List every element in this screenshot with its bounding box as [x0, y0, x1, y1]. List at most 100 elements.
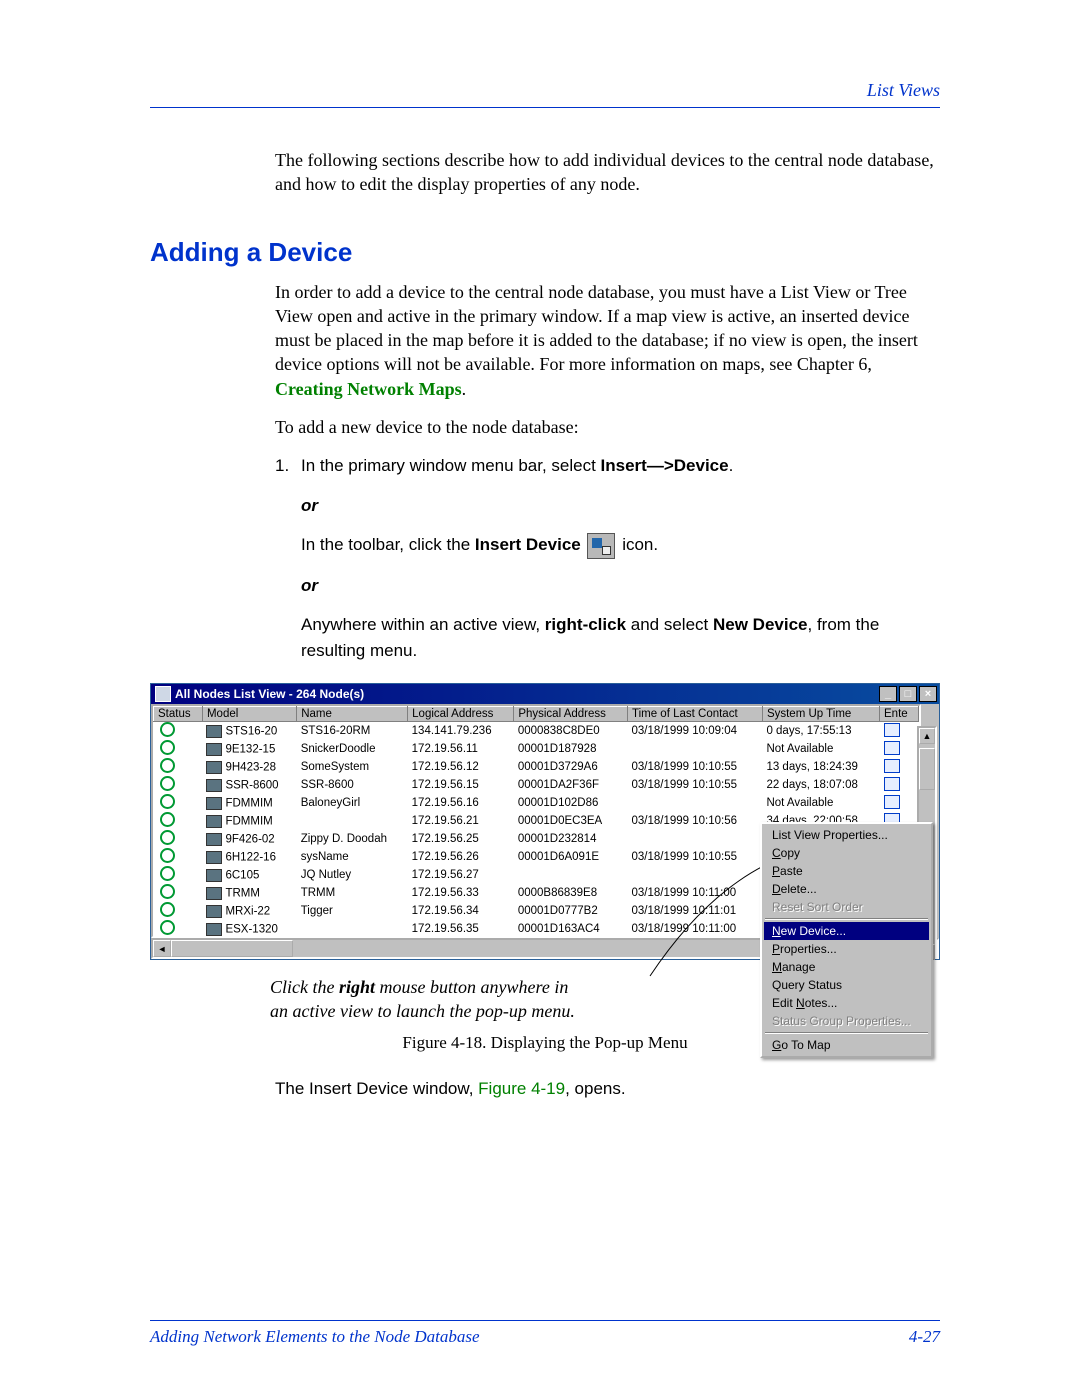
app-icon	[155, 686, 171, 702]
device-icon	[206, 905, 222, 918]
step1-line3d: New Device	[713, 615, 808, 634]
device-icon	[206, 815, 222, 828]
status-icon	[160, 848, 175, 863]
step1-line3c: and select	[626, 615, 713, 634]
link-creating-network-maps[interactable]: Creating Network Maps	[275, 379, 462, 399]
status-icon	[160, 920, 175, 935]
window-title: All Nodes List View - 264 Node(s)	[175, 687, 877, 701]
footer-page-number: 4-27	[909, 1327, 940, 1347]
status-icon	[160, 758, 175, 773]
link-figure-4-19[interactable]: Figure 4-19	[478, 1079, 565, 1098]
menu-item: Reset Sort Order	[764, 898, 929, 916]
status-icon	[160, 830, 175, 845]
step1-line2a: In the toolbar, click the	[301, 535, 475, 554]
device-icon	[206, 743, 222, 756]
menu-item[interactable]: Go To Map	[764, 1036, 929, 1054]
device-icon	[206, 851, 222, 864]
header-chapter: List Views	[150, 80, 940, 101]
device-icon	[206, 725, 222, 738]
column-header[interactable]: System Up Time	[762, 707, 879, 722]
status-icon	[160, 740, 175, 755]
step1-line3a: Anywhere within an active view,	[301, 615, 545, 634]
column-header[interactable]: Model	[202, 707, 296, 722]
status-icon	[160, 776, 175, 791]
step1-line1c: .	[729, 456, 734, 475]
after-b: , opens.	[565, 1079, 626, 1098]
column-header[interactable]: Ente	[880, 707, 919, 722]
titlebar[interactable]: All Nodes List View - 264 Node(s) _ □ ×	[151, 684, 939, 704]
after-figure-text: The Insert Device window, Figure 4-19, o…	[275, 1079, 940, 1099]
step1-line1a: In the primary window menu bar, select	[301, 456, 601, 475]
enterprise-icon	[884, 723, 900, 737]
table-row[interactable]: 9E132-15SnickerDoodle172.19.56.1100001D1…	[154, 740, 919, 758]
step1-line2b: Insert Device	[475, 535, 581, 554]
status-icon	[160, 812, 175, 827]
scroll-left-icon[interactable]: ◄	[153, 940, 171, 957]
enterprise-icon	[884, 777, 900, 791]
device-icon	[206, 761, 222, 774]
table-row[interactable]: SSR-8600SSR-8600172.19.56.1500001DA2F36F…	[154, 776, 919, 794]
para-2: To add a new device to the node database…	[275, 415, 940, 439]
column-header[interactable]: Time of Last Contact	[627, 707, 762, 722]
callout-c: mouse button anywhere in	[375, 977, 568, 997]
step1-line3b: right-click	[545, 615, 626, 634]
callout-d: an active view to launch the pop-up menu…	[270, 1001, 575, 1021]
status-icon	[160, 884, 175, 899]
device-icon	[206, 887, 222, 900]
hscroll-thumb[interactable]	[171, 940, 293, 957]
or-label-2: or	[301, 573, 940, 599]
window-frame: All Nodes List View - 264 Node(s) _ □ × …	[150, 683, 940, 960]
column-header[interactable]: Physical Address	[514, 707, 628, 722]
or-label-1: or	[301, 493, 940, 519]
menu-item[interactable]: Paste	[764, 862, 929, 880]
menu-item[interactable]: Properties...	[764, 940, 929, 958]
close-button[interactable]: ×	[919, 686, 937, 702]
step1-line2c: icon.	[617, 535, 658, 554]
table-row[interactable]: STS16-20STS16-20RM134.141.79.2360000838C…	[154, 722, 919, 741]
context-menu[interactable]: List View Properties...CopyPasteDelete..…	[760, 822, 933, 1058]
device-icon	[206, 797, 222, 810]
status-icon	[160, 902, 175, 917]
step1-line1b: Insert—>Device	[601, 456, 729, 475]
insert-device-icon	[587, 533, 615, 559]
table-row[interactable]: FDMMIMBaloneyGirl172.19.56.1600001D102D8…	[154, 794, 919, 812]
menu-separator	[765, 1032, 928, 1034]
menu-item[interactable]: Query Status	[764, 976, 929, 994]
column-header[interactable]: Name	[297, 707, 408, 722]
enterprise-icon	[884, 759, 900, 773]
callout-b: right	[339, 977, 375, 997]
device-icon	[206, 869, 222, 882]
callout-a: Click the	[270, 977, 339, 997]
figure-4-18: All Nodes List View - 264 Node(s) _ □ × …	[150, 683, 940, 1099]
status-icon	[160, 722, 175, 737]
device-icon	[206, 833, 222, 846]
scroll-up-icon[interactable]: ▲	[919, 728, 935, 744]
minimize-button[interactable]: _	[879, 686, 897, 702]
device-icon	[206, 923, 222, 936]
para-1b: .	[462, 379, 467, 399]
menu-item[interactable]: Delete...	[764, 880, 929, 898]
para-1: In order to add a device to the central …	[275, 280, 940, 401]
menu-separator	[765, 918, 928, 920]
footer-left: Adding Network Elements to the Node Data…	[150, 1327, 480, 1347]
status-icon	[160, 866, 175, 881]
column-header[interactable]: Logical Address	[408, 707, 514, 722]
column-header[interactable]: Status	[154, 707, 203, 722]
menu-item: Status Group Properties...	[764, 1012, 929, 1030]
step-number: 1.	[275, 453, 301, 479]
enterprise-icon	[884, 741, 900, 755]
after-a: The Insert Device window,	[275, 1079, 478, 1098]
menu-item[interactable]: New Device...	[764, 922, 929, 940]
maximize-button[interactable]: □	[899, 686, 917, 702]
menu-item[interactable]: Copy	[764, 844, 929, 862]
status-icon	[160, 794, 175, 809]
menu-item[interactable]: Manage	[764, 958, 929, 976]
intro-text: The following sections describe how to a…	[275, 148, 940, 197]
table-row[interactable]: 9H423-28SomeSystem172.19.56.1200001D3729…	[154, 758, 919, 776]
device-icon	[206, 779, 222, 792]
menu-item[interactable]: Edit Notes...	[764, 994, 929, 1012]
menu-item[interactable]: List View Properties...	[764, 826, 929, 844]
page-footer: Adding Network Elements to the Node Data…	[150, 1320, 940, 1347]
para-1a: In order to add a device to the central …	[275, 282, 918, 375]
scroll-thumb[interactable]	[919, 748, 935, 790]
